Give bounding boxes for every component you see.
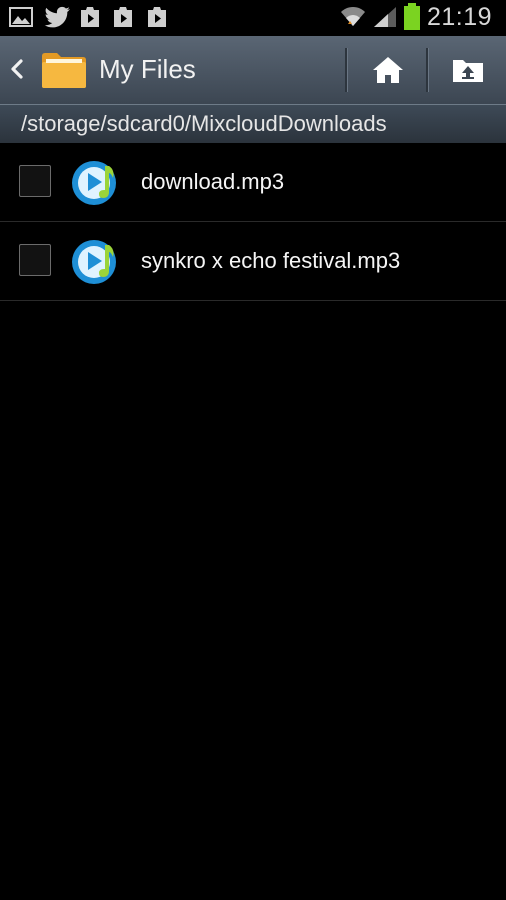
signal-icon bbox=[374, 7, 396, 27]
folder-icon[interactable] bbox=[40, 50, 88, 90]
home-icon bbox=[373, 57, 403, 83]
play-store-icon bbox=[148, 7, 166, 27]
divider bbox=[345, 48, 347, 92]
gallery-icon bbox=[9, 7, 33, 27]
audio-file-icon bbox=[72, 240, 116, 284]
list-item[interactable]: download.mp3 bbox=[0, 143, 506, 222]
play-store-icon bbox=[114, 7, 132, 27]
select-checkbox[interactable] bbox=[19, 165, 51, 197]
breadcrumb: /storage/sdcard0/MixcloudDownloads bbox=[0, 104, 506, 143]
page-title: My Files bbox=[99, 54, 196, 84]
list-item[interactable]: synkro x echo festival.mp3 bbox=[0, 222, 506, 301]
file-name: download.mp3 bbox=[141, 169, 285, 194]
play-store-icon bbox=[81, 7, 99, 27]
back-chevron-icon[interactable] bbox=[9, 59, 25, 79]
twitter-icon bbox=[44, 6, 70, 28]
file-list: download.mp3 synkro x echo festival.mp3 bbox=[0, 143, 506, 301]
folder-up-button[interactable] bbox=[428, 36, 506, 104]
wifi-icon bbox=[341, 7, 365, 26]
audio-file-icon bbox=[72, 161, 116, 205]
action-bar: My Files bbox=[0, 36, 506, 104]
file-name: synkro x echo festival.mp3 bbox=[141, 248, 401, 273]
status-bar: 21:19 bbox=[0, 0, 506, 36]
select-checkbox[interactable] bbox=[19, 244, 51, 276]
folder-up-icon bbox=[453, 60, 483, 82]
home-button[interactable] bbox=[348, 36, 426, 104]
clock: 21:19 bbox=[426, 3, 492, 31]
current-path: /storage/sdcard0/MixcloudDownloads bbox=[21, 111, 387, 136]
battery-icon bbox=[404, 3, 420, 30]
